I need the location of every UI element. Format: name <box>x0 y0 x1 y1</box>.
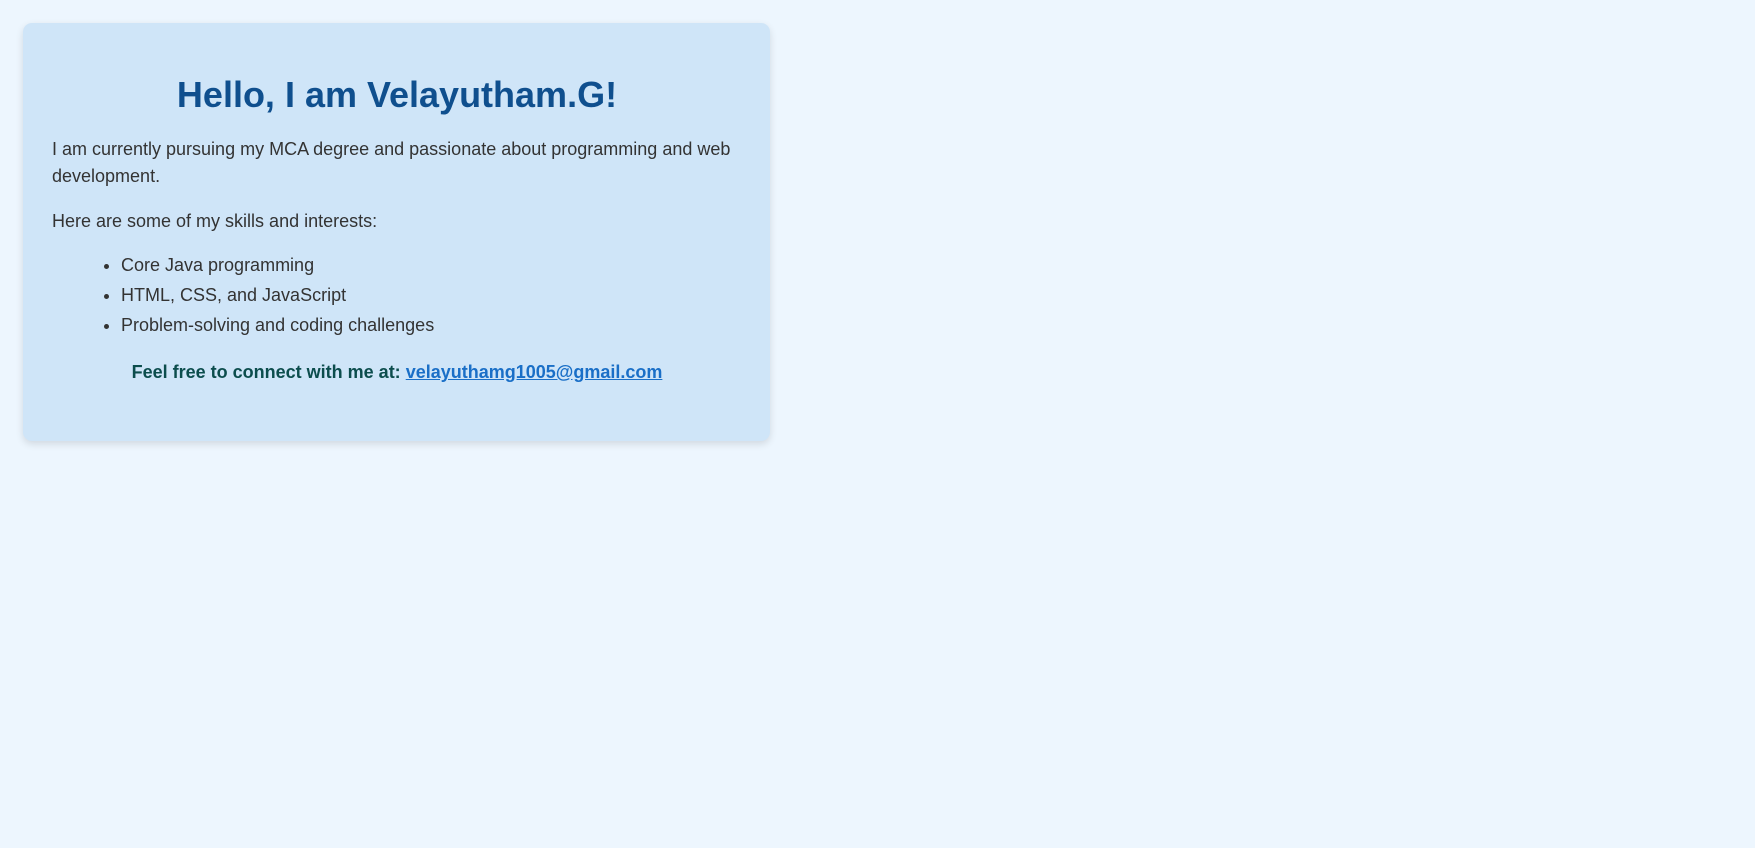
email-link[interactable]: velayuthamg1005@gmail.com <box>406 362 663 382</box>
skill-item: Core Java programming <box>121 250 742 280</box>
profile-card: Hello, I am Velayutham.G! I am currently… <box>23 23 770 441</box>
skills-list: Core Java programming HTML, CSS, and Jav… <box>52 250 742 340</box>
skill-item: HTML, CSS, and JavaScript <box>121 280 742 310</box>
page-title: Hello, I am Velayutham.G! <box>176 74 618 115</box>
skill-item: Problem-solving and coding challenges <box>121 310 742 340</box>
contact-label: Feel free to connect with me at: <box>131 362 401 382</box>
skills-heading: Here are some of my skills and interests… <box>52 211 378 231</box>
contact-line: Feel free to connect with me at: velayut… <box>52 359 742 386</box>
intro-paragraph: I am currently pursuing my MCA degree an… <box>52 139 731 186</box>
